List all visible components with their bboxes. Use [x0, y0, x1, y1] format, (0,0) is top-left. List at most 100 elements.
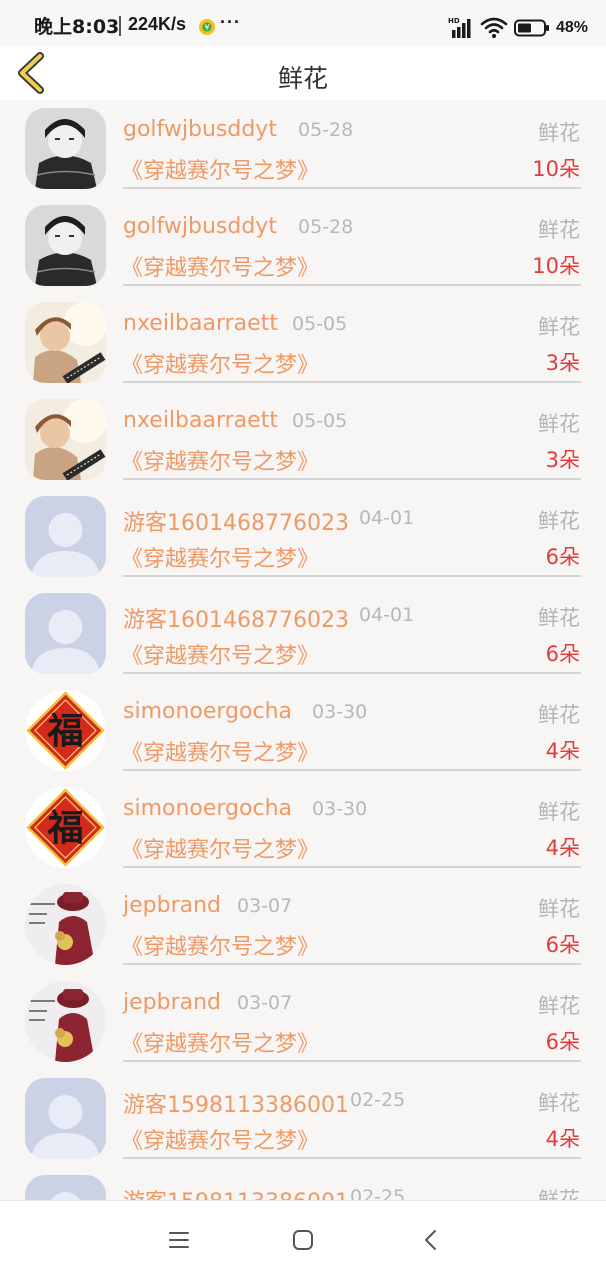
- row-count: 4朵: [545, 1127, 580, 1151]
- back-triangle-icon[interactable]: [418, 1227, 444, 1253]
- row-count: 4朵: [545, 739, 580, 763]
- row-username[interactable]: 游客1598113386001: [123, 1184, 349, 1200]
- row-username[interactable]: nxeilbaarraett: [123, 408, 278, 433]
- avatar-bw-portrait-image: [25, 205, 106, 286]
- signal-icon: HD: [448, 17, 471, 38]
- row-date: 05-28: [298, 216, 354, 238]
- row-book-title[interactable]: 《穿越赛尔号之梦》: [121, 735, 319, 767]
- row-type: 鲜花: [538, 412, 580, 436]
- row-type: 鲜花: [538, 994, 580, 1018]
- row-divider: [123, 187, 581, 189]
- avatar[interactable]: [25, 205, 106, 286]
- list-item[interactable]: golfwjbusddyt 05-28 鲜花 《穿越赛尔号之梦》 10朵: [0, 100, 606, 197]
- row-username[interactable]: nxeilbaarraett: [123, 311, 278, 336]
- row-type: 鲜花: [538, 703, 580, 727]
- status-time: 晚上8:03: [34, 16, 120, 38]
- row-count: 6朵: [545, 642, 580, 666]
- avatar-bw-portrait-image: [25, 108, 106, 189]
- avatar-sunlit-portrait-image: [25, 399, 106, 480]
- row-book-title[interactable]: 《穿越赛尔号之梦》: [121, 444, 319, 476]
- battery-percent: 48%: [556, 19, 589, 36]
- row-date: 05-05: [292, 313, 348, 335]
- row-count: 6朵: [545, 933, 580, 957]
- list-item[interactable]: 福 simonoergocha 03-30 鲜花 《穿越赛尔号之梦》 4朵: [0, 779, 606, 876]
- row-count: 10朵: [532, 157, 580, 181]
- avatar-fu-diamond-image: 福: [25, 787, 106, 868]
- row-divider: [123, 963, 581, 965]
- row-book-title[interactable]: 《穿越赛尔号之梦》: [121, 250, 319, 282]
- avatar-default-user-image: [25, 593, 106, 674]
- avatar[interactable]: [25, 399, 106, 480]
- avatar[interactable]: 福: [25, 787, 106, 868]
- row-book-title[interactable]: 《穿越赛尔号之梦》: [121, 1123, 319, 1155]
- row-type: 鲜花: [538, 509, 580, 533]
- app-notification-icon: ¥: [199, 19, 215, 35]
- avatar[interactable]: [25, 1078, 106, 1159]
- avatar-default-user-image: [25, 496, 106, 577]
- row-date: 03-07: [237, 895, 293, 917]
- svg-text:福: 福: [46, 807, 83, 849]
- battery-icon: [514, 19, 549, 37]
- row-divider: [123, 1157, 581, 1159]
- row-type: 鲜花: [538, 897, 580, 921]
- title-bar: 鲜花: [0, 46, 606, 100]
- row-username[interactable]: golfwjbusddyt: [123, 214, 277, 239]
- row-username[interactable]: 游客1598113386001: [123, 1087, 349, 1119]
- row-date: 03-30: [312, 798, 368, 820]
- avatar-red-hat-girl-image: [25, 884, 106, 965]
- row-username[interactable]: jepbrand: [123, 893, 221, 918]
- list-item[interactable]: 游客1601468776023 04-01 鲜花 《穿越赛尔号之梦》 6朵: [0, 488, 606, 585]
- row-count: 3朵: [545, 448, 580, 472]
- list-item[interactable]: jepbrand 03-07 鲜花 《穿越赛尔号之梦》 6朵: [0, 973, 606, 1070]
- row-book-title[interactable]: 《穿越赛尔号之梦》: [121, 832, 319, 864]
- status-more-dots: ···: [220, 12, 241, 32]
- menu-icon[interactable]: [166, 1227, 192, 1253]
- row-username[interactable]: 游客1601468776023: [123, 505, 349, 537]
- row-book-title[interactable]: 《穿越赛尔号之梦》: [121, 153, 319, 185]
- avatar[interactable]: 福: [25, 690, 106, 771]
- row-username[interactable]: jepbrand: [123, 990, 221, 1015]
- row-divider: [123, 769, 581, 771]
- avatar[interactable]: [25, 593, 106, 674]
- svg-text:福: 福: [46, 710, 83, 752]
- row-username[interactable]: golfwjbusddyt: [123, 117, 277, 142]
- avatar[interactable]: [25, 496, 106, 577]
- list-item[interactable]: 福 simonoergocha 03-30 鲜花 《穿越赛尔号之梦》 4朵: [0, 682, 606, 779]
- avatar[interactable]: [25, 884, 106, 965]
- list-item[interactable]: 游客1598113386001 02-25 鲜花 《穿越赛尔号之梦》 4朵: [0, 1070, 606, 1167]
- avatar[interactable]: [25, 981, 106, 1062]
- avatar-sunlit-portrait-image: [25, 302, 106, 383]
- row-username[interactable]: simonoergocha: [123, 796, 292, 821]
- avatar-default-user-image: [25, 1175, 106, 1200]
- flower-list: golfwjbusddyt 05-28 鲜花 《穿越赛尔号之梦》 10朵 gol…: [0, 100, 606, 1200]
- list-item[interactable]: 游客1601468776023 04-01 鲜花 《穿越赛尔号之梦》 6朵: [0, 585, 606, 682]
- hd-label: HD: [448, 17, 460, 25]
- row-type: 鲜花: [538, 1091, 580, 1115]
- row-book-title[interactable]: 《穿越赛尔号之梦》: [121, 347, 319, 379]
- row-book-title[interactable]: 《穿越赛尔号之梦》: [121, 638, 319, 670]
- list-item[interactable]: nxeilbaarraett 05-05 鲜花 《穿越赛尔号之梦》 3朵: [0, 391, 606, 488]
- row-type: 鲜花: [538, 121, 580, 145]
- row-date: 05-05: [292, 410, 348, 432]
- list-item[interactable]: 游客1598113386001 02-25 鲜花: [0, 1167, 606, 1200]
- page-title: 鲜花: [277, 64, 328, 93]
- avatar[interactable]: [25, 1175, 106, 1200]
- row-divider: [123, 575, 581, 577]
- list-item[interactable]: nxeilbaarraett 05-05 鲜花 《穿越赛尔号之梦》 3朵: [0, 294, 606, 391]
- status-net-speed: 224K/s: [128, 14, 187, 34]
- avatar[interactable]: [25, 302, 106, 383]
- row-username[interactable]: 游客1601468776023: [123, 602, 349, 634]
- avatar-default-user-image: [25, 1078, 106, 1159]
- row-book-title[interactable]: 《穿越赛尔号之梦》: [121, 929, 319, 961]
- status-separator: [119, 16, 121, 36]
- row-count: 6朵: [545, 545, 580, 569]
- list-item[interactable]: jepbrand 03-07 鲜花 《穿越赛尔号之梦》 6朵: [0, 876, 606, 973]
- row-date: 02-25: [350, 1089, 406, 1111]
- list-item[interactable]: golfwjbusddyt 05-28 鲜花 《穿越赛尔号之梦》 10朵: [0, 197, 606, 294]
- row-username[interactable]: simonoergocha: [123, 699, 292, 724]
- avatar[interactable]: [25, 108, 106, 189]
- row-book-title[interactable]: 《穿越赛尔号之梦》: [121, 1026, 319, 1058]
- home-icon[interactable]: [290, 1227, 316, 1253]
- avatar-fu-diamond-image: 福: [25, 690, 106, 771]
- row-book-title[interactable]: 《穿越赛尔号之梦》: [121, 541, 319, 573]
